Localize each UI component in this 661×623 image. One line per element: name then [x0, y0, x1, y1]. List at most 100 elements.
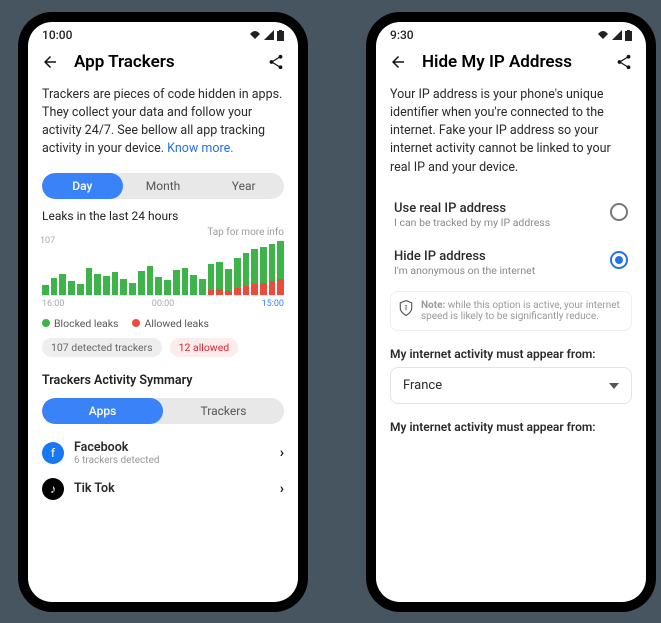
chart-ymax: 107	[40, 236, 55, 246]
chart-bar	[59, 274, 66, 295]
tiktok-icon: ♪	[42, 478, 64, 500]
chart-bar	[77, 284, 84, 294]
chart-bar	[147, 266, 154, 295]
content: Trackers are pieces of code hidden in ap…	[28, 80, 298, 602]
status-time: 9:30	[390, 28, 414, 42]
chart-bar	[129, 283, 136, 294]
chevron-down-icon	[609, 378, 619, 393]
option-hide-ip[interactable]: Hide IP address I'm anonymous on the int…	[390, 239, 632, 287]
app-row-facebook[interactable]: f Facebook 6 trackers detected ›	[42, 434, 284, 472]
period-segmented: Day Month Year	[42, 173, 284, 199]
location-label-2: My internet activity must appear from:	[390, 420, 632, 434]
chevron-right-icon: ›	[280, 481, 284, 497]
note-text: while this option is active, your intern…	[421, 300, 620, 322]
chart-bar	[51, 278, 58, 294]
legend-blocked: Blocked leaks	[42, 317, 118, 330]
shield-icon	[399, 300, 413, 322]
note-label: Note:	[421, 300, 445, 311]
app-name: Tik Tok	[74, 481, 115, 496]
signal-icon	[264, 30, 274, 40]
app-name: Facebook	[74, 440, 160, 455]
chart-bar	[120, 279, 127, 294]
chart-bar	[68, 281, 75, 294]
phone-hideip: 9:30 Hide My IP Address Your IP address …	[366, 12, 656, 612]
option-title: Use real IP address	[394, 201, 600, 216]
app-bar: Hide My IP Address	[376, 48, 646, 80]
option-real-ip[interactable]: Use real IP address I can be tracked by …	[390, 191, 632, 239]
chart-bar	[216, 262, 223, 295]
xaxis-t1: 00:00	[152, 299, 174, 309]
wifi-icon	[249, 30, 261, 40]
battery-icon	[625, 30, 632, 41]
activity-heading: Trackers Activity Symmary	[42, 373, 284, 388]
chart-bar	[251, 249, 258, 294]
chart-bar	[260, 247, 267, 294]
activity-trackers[interactable]: Trackers	[163, 398, 284, 424]
chart-bar	[86, 268, 93, 295]
chart-bar	[277, 241, 284, 294]
facebook-icon: f	[42, 442, 64, 464]
app-bar: App Trackers	[28, 48, 298, 80]
chart-bar	[164, 280, 171, 294]
leaks-heading: Leaks in the last 24 hours	[42, 209, 284, 223]
xaxis-now: 15:00	[262, 299, 284, 309]
chart-bar	[225, 269, 232, 295]
back-icon[interactable]	[388, 52, 408, 72]
chart-bar	[94, 274, 101, 295]
option-sub: I'm anonymous on the internet	[394, 264, 600, 277]
period-month[interactable]: Month	[123, 173, 204, 199]
know-more-link[interactable]: Know more.	[167, 141, 233, 156]
dot-red-icon	[132, 319, 140, 327]
radio-off-icon[interactable]	[610, 203, 628, 221]
location-value: France	[403, 378, 442, 393]
xaxis-t0: 16:00	[42, 299, 64, 309]
chart-bar	[243, 253, 250, 294]
legend-allowed: Allowed leaks	[132, 317, 209, 330]
chart-bar	[182, 268, 189, 295]
chart-bar	[112, 272, 119, 295]
app-row-tiktok[interactable]: ♪ Tik Tok ›	[42, 472, 284, 506]
status-icons	[597, 30, 632, 41]
activity-segmented: Apps Trackers	[42, 398, 284, 424]
status-time: 10:00	[42, 28, 72, 42]
pill-allowed: 12 allowed	[170, 338, 239, 357]
chart-bar	[234, 258, 241, 295]
page-title: Hide My IP Address	[422, 52, 600, 72]
phone-trackers: 10:00 App Trackers Trackers are pieces o…	[18, 12, 308, 612]
location-select[interactable]: France	[390, 367, 632, 404]
chart-bar	[42, 285, 49, 294]
chevron-right-icon: ›	[280, 445, 284, 461]
pill-detected: 107 detected trackers	[42, 338, 162, 357]
status-icons	[249, 30, 284, 41]
battery-icon	[277, 30, 284, 41]
chart-bar	[190, 275, 197, 295]
back-icon[interactable]	[40, 52, 60, 72]
content: Your IP address is your phone's unique i…	[376, 80, 646, 602]
share-icon[interactable]	[266, 52, 286, 72]
note-box: Note: while this option is active, your …	[390, 291, 632, 331]
period-day[interactable]: Day	[42, 173, 123, 199]
chart-bar	[269, 244, 276, 294]
dot-green-icon	[42, 319, 50, 327]
option-sub: I can be tracked by my IP address	[394, 216, 600, 229]
leaks-chart[interactable]: 107	[42, 240, 284, 296]
description: Your IP address is your phone's unique i…	[390, 86, 632, 177]
share-icon[interactable]	[614, 52, 634, 72]
chart-legend: Blocked leaks Allowed leaks	[42, 317, 284, 330]
chart-bar	[138, 271, 145, 295]
radio-on-icon[interactable]	[610, 251, 628, 269]
wifi-icon	[597, 30, 609, 40]
tap-hint: Tap for more info	[42, 227, 284, 238]
chart-bar	[199, 279, 206, 294]
period-year[interactable]: Year	[203, 173, 284, 199]
description: Trackers are pieces of code hidden in ap…	[42, 86, 284, 159]
chart-xaxis: 16:00 00:00 15:00	[42, 299, 284, 309]
chart-bar	[173, 270, 180, 295]
location-label: My internet activity must appear from:	[390, 347, 632, 361]
activity-apps[interactable]: Apps	[42, 398, 163, 424]
page-title: App Trackers	[74, 52, 252, 72]
option-title: Hide IP address	[394, 249, 600, 264]
chart-bar	[155, 277, 162, 294]
chart-bar	[208, 264, 215, 295]
chart-bar	[103, 276, 110, 295]
